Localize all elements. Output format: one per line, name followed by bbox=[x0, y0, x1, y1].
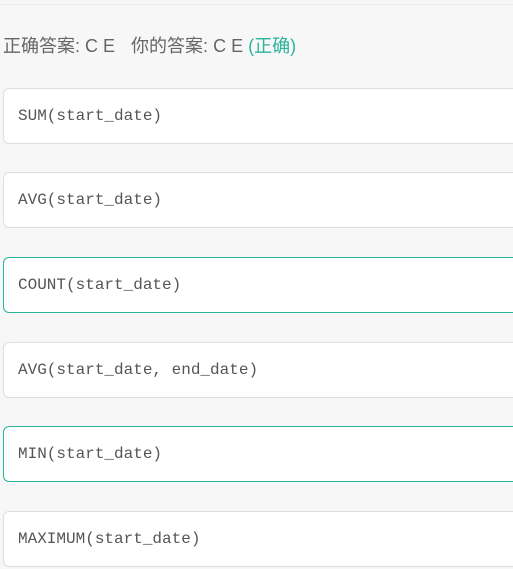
option-d[interactable]: AVG(start_date, end_date) bbox=[3, 342, 513, 398]
answer-status: (正确) bbox=[248, 36, 297, 56]
your-answer-value: C E bbox=[213, 36, 244, 56]
option-a[interactable]: SUM(start_date) bbox=[3, 88, 513, 144]
option-text: SUM(start_date) bbox=[18, 107, 163, 125]
top-divider bbox=[0, 4, 513, 5]
correct-answer-value: C E bbox=[85, 36, 116, 56]
option-text: AVG(start_date) bbox=[18, 191, 163, 209]
option-f[interactable]: MAXIMUM(start_date) bbox=[3, 511, 513, 567]
option-text: MAXIMUM(start_date) bbox=[18, 530, 201, 548]
option-b[interactable]: AVG(start_date) bbox=[3, 172, 513, 228]
your-answer-label: 你的答案: bbox=[131, 36, 209, 56]
option-text: AVG(start_date, end_date) bbox=[18, 361, 259, 379]
option-text: MIN(start_date) bbox=[18, 445, 163, 463]
answer-summary: 正确答案: C E 你的答案: C E (正确) bbox=[3, 33, 296, 59]
option-e[interactable]: MIN(start_date) bbox=[3, 426, 513, 482]
option-text: COUNT(start_date) bbox=[18, 276, 182, 294]
option-c[interactable]: COUNT(start_date) bbox=[3, 257, 513, 313]
correct-answer-label: 正确答案: bbox=[3, 36, 81, 56]
